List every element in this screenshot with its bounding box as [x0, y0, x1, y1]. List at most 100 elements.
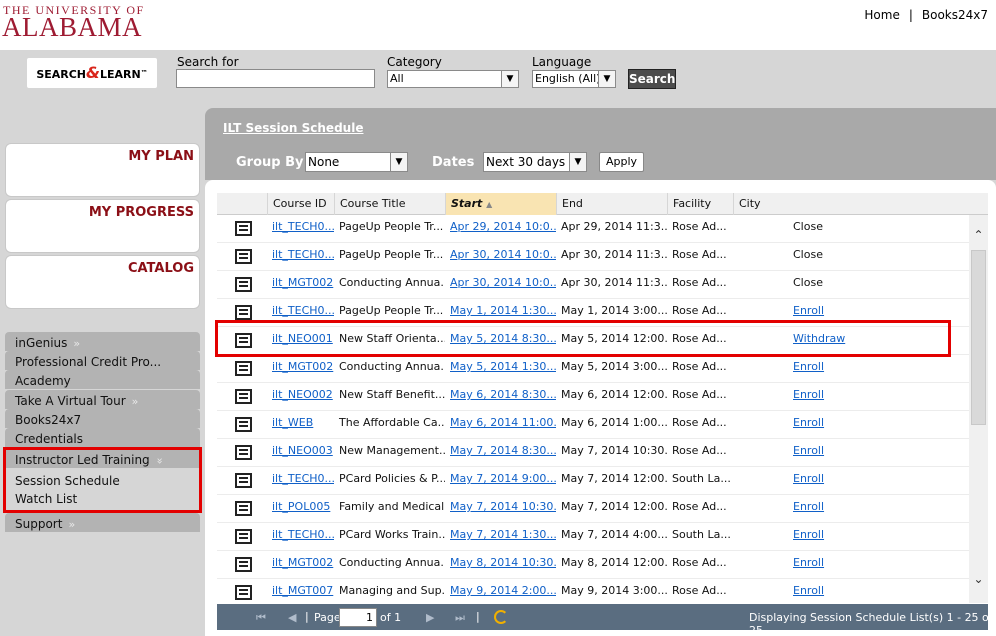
row-link[interactable]: ilt_MGT002: [272, 360, 333, 373]
column-header-facility[interactable]: Facility: [667, 193, 733, 215]
row-link[interactable]: May 7, 2014 10:30...: [450, 500, 556, 513]
table-cell[interactable]: Enroll: [788, 383, 969, 411]
table-cell[interactable]: Apr 30, 2014 10:0...: [445, 271, 556, 299]
next-page-icon[interactable]: ▶: [426, 611, 434, 624]
sidebar-item-books24x7[interactable]: Books24x7: [5, 409, 200, 428]
row-link[interactable]: ilt_NEO003: [272, 444, 333, 457]
groupby-select[interactable]: None ▼: [305, 152, 408, 172]
sidebar-item-support[interactable]: Support »: [5, 513, 200, 532]
row-link[interactable]: ilt_WEB: [272, 416, 313, 429]
table-cell[interactable]: May 7, 2014 8:30...: [445, 439, 556, 467]
table-row[interactable]: ilt_WEB The Affordable Ca... May 6, 2014 1…: [217, 411, 969, 439]
row-link[interactable]: May 9, 2014 2:00...: [450, 584, 556, 597]
row-link[interactable]: ilt_TECH0...: [272, 528, 334, 541]
session-details-icon[interactable]: [235, 529, 252, 544]
table-row[interactable]: ilt_POL005 Family and Medical... May 7, 20…: [217, 495, 969, 523]
row-action-link[interactable]: Enroll: [793, 500, 824, 513]
table-cell[interactable]: ilt_NEO003: [267, 439, 334, 467]
row-action-link[interactable]: Enroll: [793, 304, 824, 317]
table-cell[interactable]: May 7, 2014 1:30...: [445, 523, 556, 551]
table-row[interactable]: ilt_MGT002 Conducting Annua... May 8, 2014…: [217, 551, 969, 579]
table-cell[interactable]: Enroll: [788, 439, 969, 467]
catalog-card[interactable]: CATALOG: [5, 255, 200, 309]
session-details-icon[interactable]: [235, 473, 252, 488]
column-header-course-id[interactable]: Course ID: [267, 193, 334, 215]
session-details-icon[interactable]: [235, 305, 252, 320]
session-details-icon[interactable]: [235, 221, 252, 236]
table-cell[interactable]: ilt_MGT002: [267, 551, 334, 579]
my-plan-card[interactable]: MY PLAN: [5, 143, 200, 197]
table-cell[interactable]: ilt_TECH0...: [267, 523, 334, 551]
table-row[interactable]: ilt_MGT007 Managing and Sup... May 9, 2014…: [217, 579, 969, 607]
session-details-icon[interactable]: [235, 417, 252, 432]
university-logo[interactable]: ALABAMA: [2, 14, 142, 41]
row-action-link[interactable]: Enroll: [793, 416, 824, 429]
table-cell[interactable]: ilt_MGT002: [267, 355, 334, 383]
column-header-course-title[interactable]: Course Title: [334, 193, 445, 215]
table-cell[interactable]: May 7, 2014 10:30...: [445, 495, 556, 523]
row-link[interactable]: May 5, 2014 1:30...: [450, 360, 556, 373]
row-link[interactable]: May 8, 2014 10:30...: [450, 556, 556, 569]
search-and-learn-logo[interactable]: SEARCH&LEARN™: [27, 58, 157, 88]
session-details-icon[interactable]: [235, 501, 252, 516]
row-action-link[interactable]: Enroll: [793, 444, 824, 457]
table-cell[interactable]: ilt_POL005: [267, 495, 334, 523]
table-row[interactable]: ilt_TECH0... PageUp People Tr... Apr 30, 2…: [217, 243, 969, 271]
table-cell[interactable]: ilt_MGT007: [267, 579, 334, 607]
row-link[interactable]: ilt_MGT007: [272, 584, 333, 597]
scrollbar-thumb[interactable]: [971, 250, 986, 425]
table-cell[interactable]: Enroll: [788, 523, 969, 551]
language-select[interactable]: English (All) ▼: [532, 70, 616, 88]
table-cell[interactable]: May 9, 2014 2:00...: [445, 579, 556, 607]
row-link[interactable]: ilt_MGT002: [272, 276, 333, 289]
table-row[interactable]: ilt_TECH0... PCard Policies & P... May 7, …: [217, 467, 969, 495]
table-cell[interactable]: Close: [788, 243, 969, 271]
table-cell[interactable]: ilt_TECH0...: [267, 243, 334, 271]
session-details-icon[interactable]: [235, 249, 252, 264]
row-link[interactable]: May 6, 2014 8:30...: [450, 388, 556, 401]
row-action-link[interactable]: Enroll: [793, 556, 824, 569]
table-cell[interactable]: ilt_TECH0...: [267, 467, 334, 495]
home-link[interactable]: Home: [864, 8, 899, 22]
row-link[interactable]: Apr 30, 2014 10:0...: [450, 276, 556, 289]
table-cell[interactable]: Enroll: [788, 411, 969, 439]
table-cell[interactable]: Apr 29, 2014 10:0...: [445, 215, 556, 243]
sidebar-item-credentials[interactable]: Credentials: [5, 428, 200, 447]
table-row[interactable]: ilt_NEO002 New Staff Benefit... May 6, 201…: [217, 383, 969, 411]
page-number-input[interactable]: 1: [339, 608, 377, 627]
table-row[interactable]: ilt_MGT002 Conducting Annua... May 5, 2014…: [217, 355, 969, 383]
session-details-icon[interactable]: [235, 389, 252, 404]
row-link[interactable]: ilt_MGT002: [272, 556, 333, 569]
row-link[interactable]: May 6, 2014 11:00...: [450, 416, 556, 429]
session-details-icon[interactable]: [235, 277, 252, 292]
dates-select[interactable]: Next 30 days ▼: [483, 152, 587, 172]
column-header-start[interactable]: Start ▲: [445, 193, 556, 215]
row-action-link[interactable]: Enroll: [793, 528, 824, 541]
my-progress-card[interactable]: MY PROGRESS: [5, 199, 200, 253]
table-cell[interactable]: May 7, 2014 9:00...: [445, 467, 556, 495]
table-row[interactable]: ilt_NEO003 New Management... May 7, 2014 8…: [217, 439, 969, 467]
session-details-icon[interactable]: [235, 557, 252, 572]
row-link[interactable]: ilt_TECH0...: [272, 472, 334, 485]
sidebar-item-academy[interactable]: Academy: [5, 370, 200, 389]
scroll-down-icon[interactable]: ⌄: [971, 572, 986, 586]
row-link[interactable]: May 7, 2014 1:30...: [450, 528, 556, 541]
search-input[interactable]: [176, 69, 375, 88]
scroll-up-icon[interactable]: ⌃: [971, 228, 986, 242]
row-link[interactable]: Apr 29, 2014 10:0...: [450, 220, 556, 233]
apply-button[interactable]: Apply: [599, 152, 644, 172]
session-details-icon[interactable]: [235, 585, 252, 600]
refresh-icon[interactable]: [494, 610, 508, 624]
row-action-link[interactable]: Enroll: [793, 388, 824, 401]
category-select[interactable]: All ▼: [387, 70, 519, 88]
row-link[interactable]: Apr 30, 2014 10:0...: [450, 248, 556, 261]
table-cell[interactable]: ilt_TECH0...: [267, 215, 334, 243]
sidebar-item-virtual-tour[interactable]: Take A Virtual Tour »: [5, 390, 200, 409]
table-row[interactable]: ilt_MGT002 Conducting Annua... Apr 30, 201…: [217, 271, 969, 299]
last-page-icon[interactable]: ⏭: [455, 611, 465, 625]
row-link[interactable]: ilt_POL005: [272, 500, 330, 513]
table-cell[interactable]: May 6, 2014 8:30...: [445, 383, 556, 411]
row-action-link[interactable]: Enroll: [793, 584, 824, 597]
session-details-icon[interactable]: [235, 361, 252, 376]
row-action-link[interactable]: Enroll: [793, 360, 824, 373]
